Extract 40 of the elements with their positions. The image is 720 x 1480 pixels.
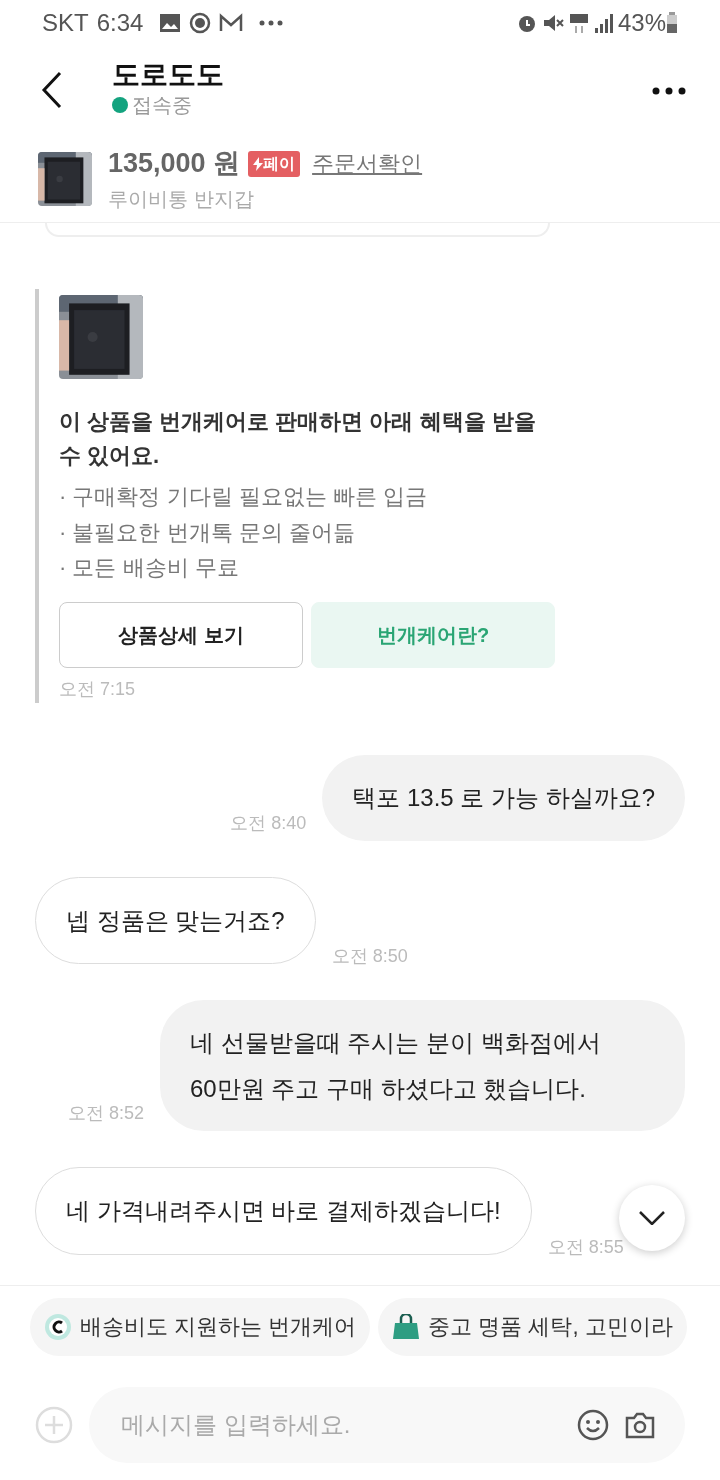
- battery-icon: [666, 11, 678, 34]
- chevron-down-icon[interactable]: [639, 1211, 665, 1225]
- message-bubble: 택포 13.5 로 가능 하실까요?: [322, 755, 685, 841]
- benefit-item: · 모든 배송비 무료: [59, 554, 240, 583]
- message-time: 오전 8:50: [331, 945, 408, 969]
- emoji-button[interactable]: [577, 1408, 609, 1441]
- more-icon[interactable]: [652, 86, 686, 95]
- product-name: 루이비통 반지갑: [108, 186, 255, 212]
- status-text: 접속중: [132, 93, 192, 119]
- mail-icon: [219, 12, 244, 33]
- message-time: 오전 8:40: [230, 811, 307, 835]
- message-field[interactable]: 메시지를 입력하세요.: [89, 1386, 685, 1463]
- message-time: 오전 8:52: [67, 1102, 144, 1126]
- benefit-item: · 불필요한 번개톡 문의 줄어듦: [59, 518, 356, 547]
- carrier-text: SKT: [42, 7, 89, 38]
- pay-badge: 페이: [248, 150, 301, 177]
- more-icon: [259, 19, 284, 26]
- camera-button[interactable]: [625, 1410, 655, 1439]
- price-text: 135,000 원: [108, 147, 241, 181]
- message-time: 오전 7:15: [59, 678, 137, 702]
- circle-logo-icon: [189, 11, 212, 34]
- message-bubble: 네 선물받을때 주시는 분이 백화점에서 60만원 주고 구매 하셨다고 했습니다.: [160, 1000, 685, 1132]
- back-button[interactable]: [40, 71, 64, 109]
- card-title: 이 상품을 번개케어로 판매하면 아래 혜택을 받을 수 있어요.: [59, 408, 537, 471]
- benefit-item: · 구매확정 기다릴 필요없는 빠른 입금: [59, 483, 428, 512]
- message-bubble: 넵 정품은 맞는거죠?: [35, 876, 316, 965]
- signal-icon: [593, 11, 614, 34]
- care-logo-icon: [44, 1312, 72, 1341]
- message-input[interactable]: 메시지를 입력하세요.: [119, 1405, 561, 1444]
- image-icon: [159, 12, 182, 33]
- clock-text: 6:34: [96, 7, 144, 38]
- bag-icon: [392, 1313, 421, 1340]
- message-bubble: 네 가격내려주시면 바로 결제하겠습니다!: [35, 1167, 532, 1256]
- bag-chip[interactable]: 중고 명품 세탁, 고민이라: [378, 1297, 687, 1356]
- chat-title: 도로도도: [112, 59, 225, 91]
- care-chip[interactable]: 배송비도 지원하는 번개케어: [30, 1297, 371, 1356]
- message-time: 오전 8:55: [547, 1236, 624, 1260]
- order-link[interactable]: 주문서확인: [312, 147, 423, 180]
- detail-button[interactable]: 상품상세 보기: [59, 602, 303, 669]
- battery-text: 43%: [617, 7, 666, 38]
